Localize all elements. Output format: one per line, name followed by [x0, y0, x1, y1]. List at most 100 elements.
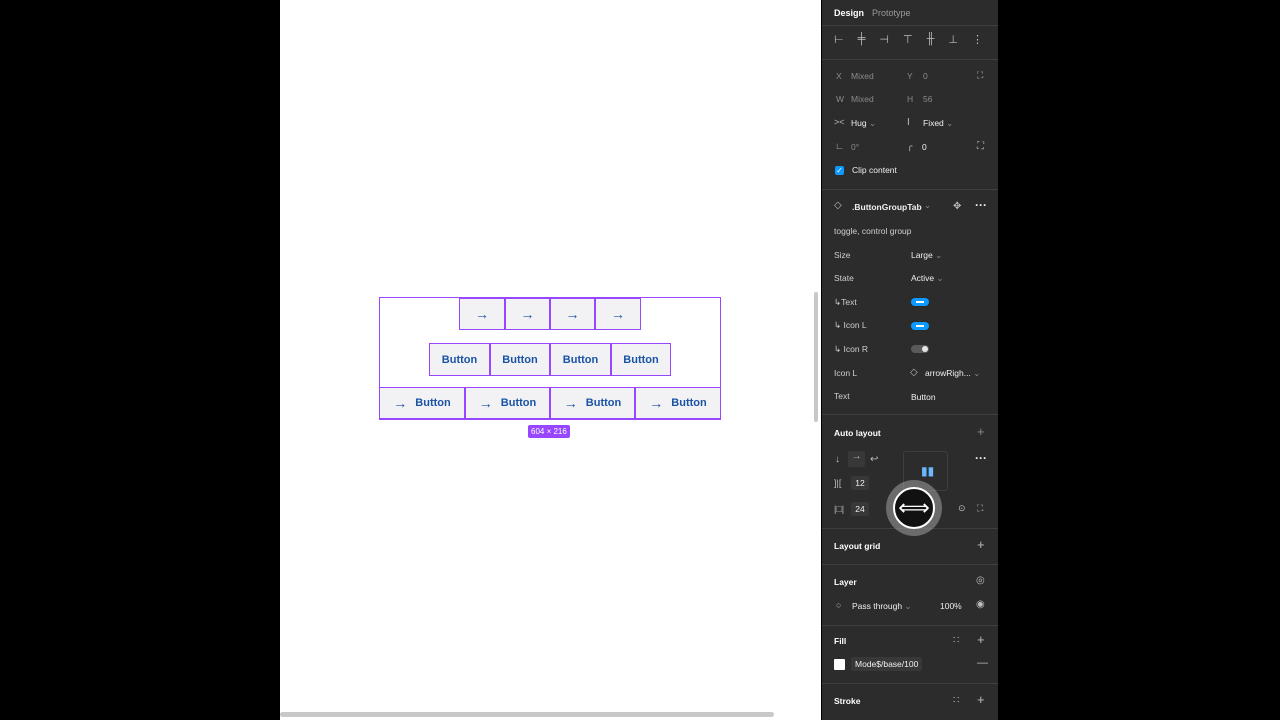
chevron-down-icon: ⌄	[904, 601, 912, 611]
direction-vertical-icon[interactable]: ↓	[835, 454, 840, 465]
dimension-badge: 604 × 216	[528, 425, 570, 438]
distribute-icon[interactable]: ⋮	[972, 33, 983, 46]
padding-icon: |□|	[834, 504, 845, 514]
fixed-height-icon: Ι	[907, 117, 910, 128]
text-button[interactable]: Button	[550, 343, 611, 376]
icon-button-group: → → → →	[459, 298, 641, 330]
fill-swatch[interactable]	[834, 659, 845, 670]
auto-layout-title: Auto layout	[834, 428, 881, 438]
stroke-title: Stroke	[834, 696, 861, 706]
align-left-icon[interactable]: ⊢	[834, 33, 844, 46]
independent-corners-icon[interactable]: ⛶	[977, 141, 984, 152]
text-button[interactable]: Button	[611, 343, 671, 376]
size-prop-value: Large	[911, 250, 933, 260]
resize-cursor: ⟺	[886, 480, 942, 536]
remove-fill-icon[interactable]: —	[977, 657, 988, 669]
width-sizing-select[interactable]: Hug ⌄	[851, 118, 876, 129]
x-input[interactable]: Mixed	[851, 71, 874, 81]
size-prop-select[interactable]: Large ⌄	[911, 250, 942, 261]
independent-padding-icon[interactable]: ⛶	[977, 503, 983, 514]
rotation-input[interactable]: 0°	[851, 142, 859, 152]
alignment-toolbar: ⊢ ╪ ⊣ ⊤ ╫ ⊥ ⋮	[834, 33, 983, 46]
arrow-right-icon: →	[565, 306, 580, 322]
add-stroke-icon[interactable]: +	[977, 692, 985, 707]
text-button[interactable]: Button	[490, 343, 550, 376]
align-center-indicator-icon: ▮▮	[921, 464, 935, 478]
fill-style-name[interactable]: Mode$/base/100	[851, 657, 923, 671]
icon-text-button[interactable]: → Button	[635, 387, 721, 419]
stroke-styles-icon[interactable]: ∷	[953, 695, 959, 706]
corner-radius-input[interactable]: 0	[922, 142, 927, 152]
text-button-group: Button Button Button Button	[429, 343, 671, 376]
arrow-right-icon: →	[649, 395, 664, 411]
component-description: toggle, control group	[834, 226, 912, 236]
component-name[interactable]: .ButtonGroupTab	[852, 202, 922, 212]
button-group-frame[interactable]: → → → → Button Button Button Button → But…	[379, 297, 721, 420]
corner-radius-icon: ╭	[907, 141, 913, 151]
icon-button[interactable]: →	[459, 298, 505, 330]
direction-wrap-icon[interactable]: ↩	[870, 454, 878, 465]
icon-button[interactable]: →	[595, 298, 641, 330]
clip-icon[interactable]: ⊙	[958, 503, 966, 514]
add-fill-icon[interactable]: +	[977, 632, 985, 647]
icon-text-button-group: → Button → Button → Button → Button	[379, 387, 721, 419]
align-right-icon[interactable]: ⊣	[879, 33, 889, 46]
direction-horizontal-icon[interactable]: →	[848, 451, 865, 467]
horizontal-scrollbar[interactable]	[280, 712, 774, 717]
auto-layout-more-icon[interactable]: ···	[975, 451, 987, 465]
align-top-icon[interactable]: ⊤	[903, 33, 913, 46]
tab-prototype[interactable]: Prototype	[872, 8, 911, 18]
icon-text-button[interactable]: → Button	[379, 387, 465, 419]
state-prop-select[interactable]: Active ⌄	[911, 273, 944, 284]
h-label: H	[907, 94, 914, 104]
vertical-scrollbar[interactable]	[814, 292, 818, 422]
more-options-icon[interactable]: ···	[975, 198, 987, 212]
icon-r-toggle[interactable]	[911, 345, 929, 353]
canvas[interactable]: → → → → Button Button Button Button → But…	[280, 0, 821, 720]
arrow-right-icon: →	[393, 395, 408, 411]
button-label: Button	[585, 397, 622, 409]
opacity-input[interactable]: 100%	[940, 601, 962, 611]
blend-mode-select[interactable]: Pass through ⌄	[852, 601, 912, 612]
icon-text-button[interactable]: → Button	[550, 387, 635, 419]
add-layout-grid-icon[interactable]: +	[977, 537, 985, 552]
clip-content-checkbox[interactable]: ✓	[835, 166, 844, 175]
w-input[interactable]: Mixed	[851, 94, 874, 104]
iconl-prop-label: Icon L	[834, 368, 858, 378]
tab-design[interactable]: Design	[834, 8, 864, 18]
align-middle-v-icon[interactable]: ╫	[927, 33, 935, 46]
fill-title: Fill	[834, 636, 847, 646]
resize-horizontal-icon: ⟺	[893, 487, 935, 529]
gap-input[interactable]: 12	[851, 476, 869, 490]
icon-l-toggle[interactable]	[911, 322, 929, 330]
align-center-h-icon[interactable]: ╪	[858, 33, 866, 46]
go-to-main-component-icon[interactable]: ✥	[953, 201, 961, 212]
size-prop-label: Size	[834, 250, 851, 260]
padding-input[interactable]: 24	[851, 502, 869, 516]
text-prop-input[interactable]: Button	[911, 392, 936, 402]
add-auto-layout-icon[interactable]: +	[977, 424, 985, 439]
height-sizing-select[interactable]: Fixed ⌄	[923, 118, 953, 129]
icon-text-button[interactable]: → Button	[465, 387, 550, 419]
layer-visibility-mode-icon[interactable]: ◎	[976, 575, 985, 586]
eye-icon[interactable]: ◉	[976, 599, 985, 610]
constraints-icon[interactable]: ⛶	[977, 70, 983, 81]
component-instance-icon: ◇	[834, 200, 842, 211]
text-toggle-label: ↳Text	[834, 297, 857, 307]
chevron-down-icon[interactable]: ⌄	[924, 200, 931, 211]
arrow-right-icon: →	[478, 395, 493, 411]
y-input[interactable]: 0	[923, 71, 928, 81]
icon-l-swap-select[interactable]: arrowRigh... ⌄	[925, 368, 980, 379]
text-prop-label: Text	[834, 391, 850, 401]
align-bottom-icon[interactable]: ⊥	[948, 33, 958, 46]
icon-button[interactable]: →	[505, 298, 550, 330]
text-toggle[interactable]	[911, 298, 929, 306]
button-label: Button	[500, 397, 537, 409]
icon-button[interactable]: →	[550, 298, 595, 330]
chevron-down-icon: ⌄	[946, 118, 954, 128]
text-button[interactable]: Button	[429, 343, 490, 376]
h-input[interactable]: 56	[923, 94, 932, 104]
chevron-down-icon: ⌄	[936, 273, 944, 283]
x-label: X	[836, 71, 842, 81]
fill-styles-icon[interactable]: ∷	[953, 635, 959, 646]
